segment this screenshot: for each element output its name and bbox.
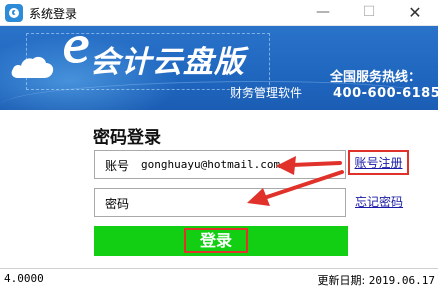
account-input[interactable]: gonghuayu@hotmail.com [141,158,280,171]
hotline-number: 400-600-6185 [333,86,438,101]
login-button-label: 登录 [184,228,248,253]
product-logo-text: 会计云盘版 [90,45,245,80]
maximize-button[interactable]: ☐ [346,0,392,25]
password-field[interactable]: 密码 [94,188,346,217]
minimize-button[interactable]: — [300,0,346,25]
account-label: 账号 [105,159,130,173]
window-title: 系统登录 [29,7,78,21]
status-bar: 4.0000 更新日期: 2019.06.17 [0,268,438,289]
update-date: 更新日期: 2019.06.17 [318,272,435,288]
hotline-label: 全国服务热线： [330,70,422,85]
cloud-icon [11,56,54,78]
account-field[interactable]: 账号 gonghuayu@hotmail.com [94,150,346,179]
app-icon [5,4,23,22]
brand-banner: 会计云盘版 财务管理软件 全国服务热线： 400-600-6185 [0,26,438,110]
close-button[interactable]: ✕ [392,0,438,25]
login-button[interactable]: 登录 [94,226,348,256]
password-label: 密码 [105,197,130,211]
forgot-password-link[interactable]: 忘记密码 [355,193,403,210]
version-text: 4.0000 [4,272,44,285]
login-heading: 密码登录 [93,128,161,148]
logo-e-icon [64,36,89,63]
product-subtitle: 财务管理软件 [230,86,303,100]
register-link[interactable]: 账号注册 [348,150,409,175]
update-date-value: 2019.06.17 [368,274,435,287]
title-bar: 系统登录 — ☐ ✕ [0,0,438,26]
update-date-label: 更新日期: [317,274,366,287]
